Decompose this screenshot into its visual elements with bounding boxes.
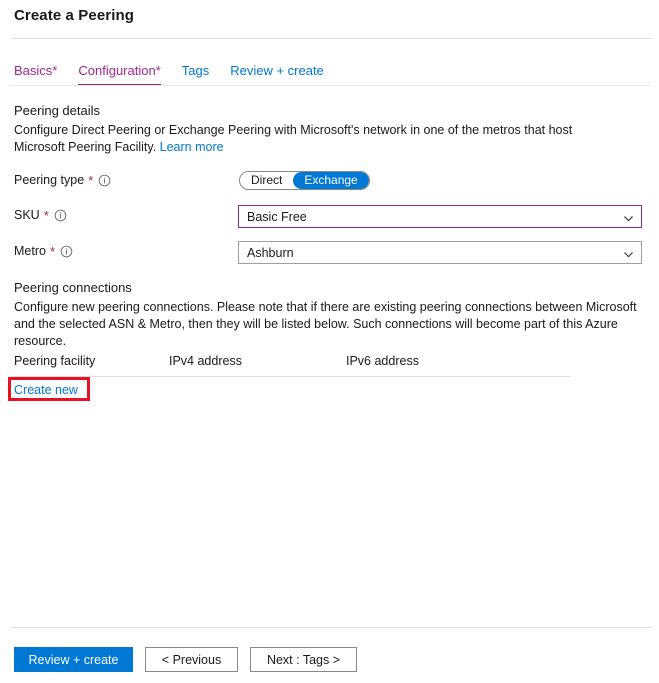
sku-required: * [43,207,49,223]
tab-tags[interactable]: Tags [182,63,220,86]
tab-basics[interactable]: Basics* [14,63,68,86]
previous-button[interactable]: < Previous [145,647,238,672]
peering-type-option-direct[interactable]: Direct [240,172,293,189]
chevron-down-icon [623,211,634,222]
column-header-peering-facility: Peering facility [14,354,96,368]
column-header-ipv4-address: IPv4 address [169,354,242,368]
learn-more-link[interactable]: Learn more [160,140,224,154]
tab-review-create-label: Review + create [230,63,324,78]
peering-type-option-exchange[interactable]: Exchange [293,172,369,189]
info-icon[interactable] [98,174,111,187]
tab-tags-label: Tags [181,63,210,78]
tab-configuration-label: Configuration [78,63,156,78]
peering-details-description: Configure Direct Peering or Exchange Pee… [14,122,619,156]
header-divider [11,38,651,39]
peering-connections-description: Configure new peering connections. Pleas… [14,300,637,348]
tab-review-create[interactable]: Review + create [230,63,335,86]
info-icon[interactable] [54,209,67,222]
chevron-down-icon [623,247,634,258]
tab-basics-label: Basics [14,63,53,78]
metro-required: * [49,243,56,259]
wizard-tabs: Basics* Configuration* Tags Review + cre… [14,63,345,86]
sku-label-text: SKU [14,208,40,222]
info-icon[interactable] [60,245,73,258]
sku-dropdown[interactable]: Basic Free [238,205,642,228]
tab-configuration[interactable]: Configuration* [78,63,171,86]
sku-label: SKU * [14,208,67,222]
peering-type-label-text: Peering type [14,173,85,187]
peering-type-toggle[interactable]: Direct Exchange [239,171,370,190]
tab-basics-required: * [52,63,58,78]
sku-dropdown-value: Basic Free [247,209,307,224]
review-create-button[interactable]: Review + create [14,647,133,672]
peering-type-required: * [88,172,94,188]
tabs-baseline [11,85,651,86]
metro-dropdown[interactable]: Ashburn [238,241,642,264]
peering-connections-heading: Peering connections [14,280,132,295]
next-tags-button[interactable]: Next : Tags > [250,647,357,672]
tab-configuration-required: * [155,63,161,78]
metro-label-text: Metro [14,244,46,258]
page-title: Create a Peering [14,7,134,24]
peering-details-description-text: Configure Direct Peering or Exchange Pee… [14,123,573,154]
peering-type-label: Peering type * [14,173,111,187]
connections-table-header: Peering facility IPv4 address IPv6 addre… [14,354,570,368]
peering-details-heading: Peering details [14,103,100,118]
column-header-ipv6-address: IPv6 address [346,354,419,368]
footer-divider [11,627,651,628]
connections-table-divider [11,376,570,377]
create-new-link[interactable]: Create new [14,383,78,397]
metro-dropdown-value: Ashburn [247,245,294,260]
metro-label: Metro * [14,244,73,258]
